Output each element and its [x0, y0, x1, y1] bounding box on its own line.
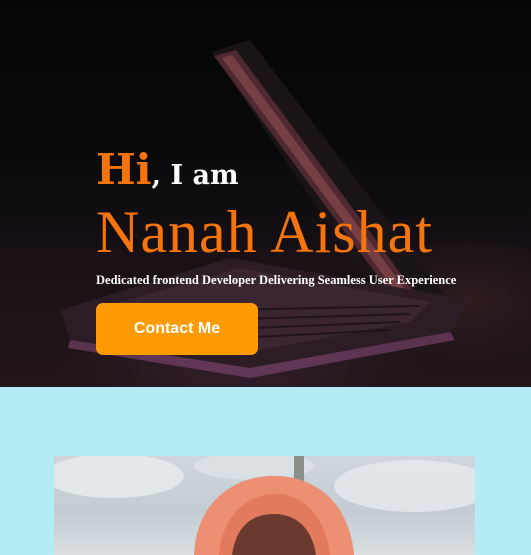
greeting: Hi, I am [96, 146, 516, 194]
hero-section: Hi, I am Nanah Aishat Dedicated frontend… [0, 0, 531, 387]
contact-me-button[interactable]: Contact Me [96, 303, 258, 355]
hero-text: Hi, I am Nanah Aishat Dedicated frontend… [96, 146, 516, 288]
greeting-hi: Hi [96, 145, 152, 194]
profile-photo [54, 456, 475, 555]
hero-tagline: Dedicated frontend Developer Delivering … [96, 273, 457, 287]
greeting-rest: , I am [151, 160, 239, 191]
about-section [0, 387, 531, 555]
profile-photo-image [54, 456, 475, 555]
hero-name: Nanah Aishat [96, 199, 433, 265]
